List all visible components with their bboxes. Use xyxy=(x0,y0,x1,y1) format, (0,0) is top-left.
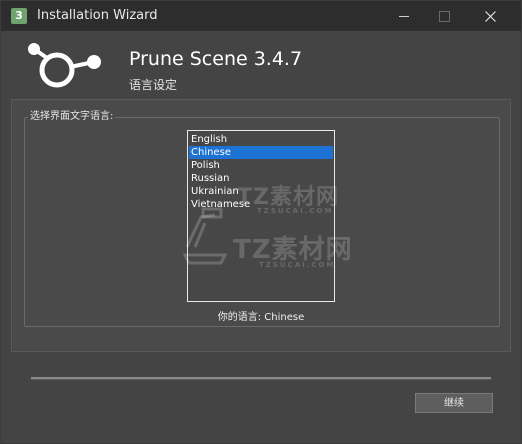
language-option-english[interactable]: English xyxy=(189,133,333,146)
title-bar[interactable]: 3 Installation Wizard xyxy=(1,1,521,31)
wizard-header: Prune Scene 3.4.7 语言设定 xyxy=(1,31,521,97)
installer-window: 3 Installation Wizard Prune Scene 3.4.7 … xyxy=(0,0,522,444)
watermark-logo-icon xyxy=(182,207,228,265)
close-icon xyxy=(484,10,496,22)
language-option-ukrainian[interactable]: Ukrainian xyxy=(189,185,333,198)
minimize-icon xyxy=(399,15,409,17)
current-language-label: 你的语言: Chinese xyxy=(217,312,305,323)
maximize-button[interactable] xyxy=(421,1,467,31)
close-button[interactable] xyxy=(467,1,513,31)
language-option-russian[interactable]: Russian xyxy=(189,172,333,185)
continue-button[interactable]: 继续 xyxy=(415,393,493,413)
product-name: Prune Scene 3.4.7 xyxy=(129,48,303,70)
prune-logo-icon xyxy=(28,43,101,88)
language-group-legend: 选择界面文字语言: xyxy=(28,110,116,123)
page-subtitle: 语言设定 xyxy=(129,78,178,92)
maximize-icon xyxy=(438,10,450,22)
language-option-chinese[interactable]: Chinese xyxy=(189,146,333,159)
app-icon: 3 xyxy=(11,8,27,24)
window-title: Installation Wizard xyxy=(37,8,158,23)
footer-divider xyxy=(31,377,491,380)
language-option-polish[interactable]: Polish xyxy=(189,159,333,172)
